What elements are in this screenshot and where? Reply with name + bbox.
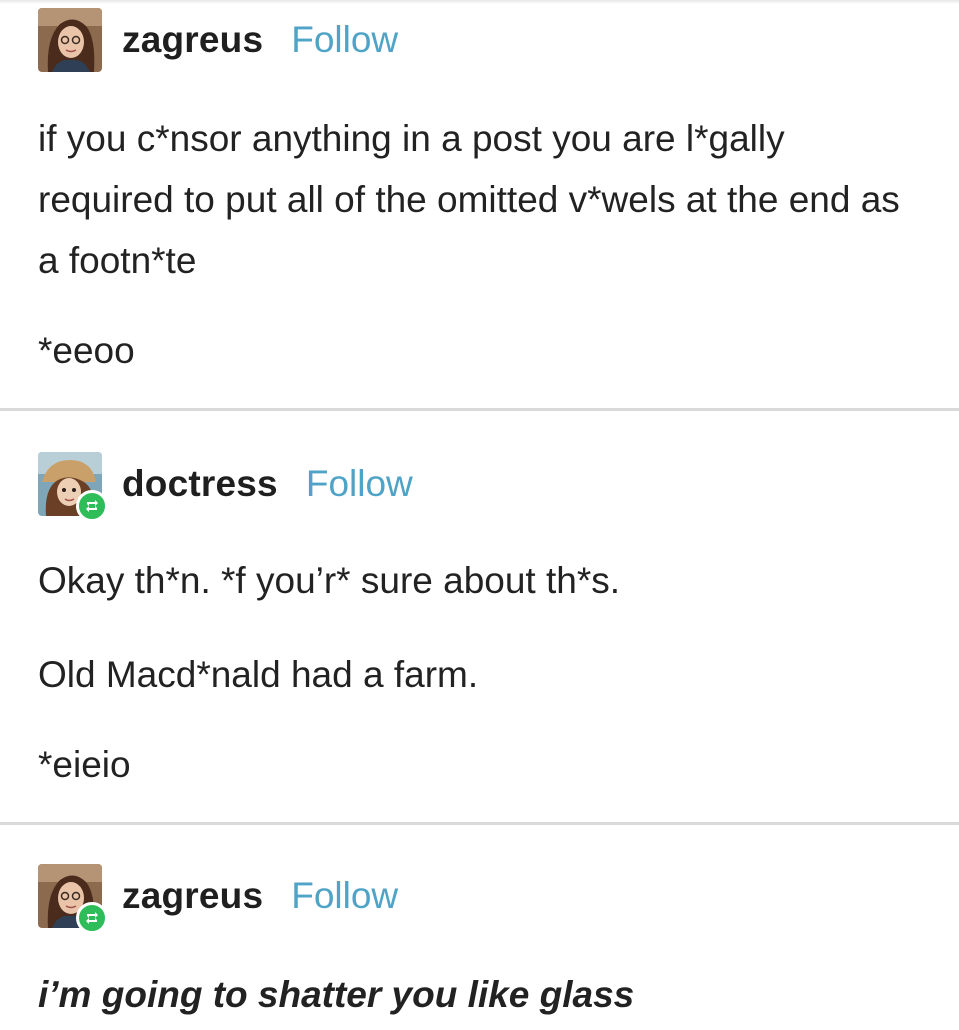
post-text: i’m going to shatter you like glass bbox=[38, 974, 635, 1015]
avatar-zagreus-icon bbox=[38, 8, 102, 72]
divider bbox=[0, 408, 959, 411]
avatar[interactable] bbox=[38, 452, 108, 522]
username[interactable]: doctress bbox=[122, 463, 278, 505]
post-text: if you c*nsor anything in a post you are… bbox=[38, 118, 900, 281]
reblog-badge bbox=[76, 490, 108, 522]
post-text: *eeoo bbox=[38, 330, 135, 371]
post-header: zagreus Follow bbox=[38, 861, 398, 934]
post-header: zagreus Follow bbox=[38, 5, 398, 75]
avatar[interactable] bbox=[38, 864, 108, 934]
post-header: doctress Follow bbox=[38, 449, 413, 522]
reblog-badge bbox=[76, 902, 108, 934]
username[interactable]: zagreus bbox=[122, 19, 263, 61]
follow-button[interactable]: Follow bbox=[291, 875, 398, 917]
reblog-icon bbox=[86, 500, 98, 512]
reblog-icon bbox=[86, 912, 98, 924]
post-text: *eieio bbox=[38, 744, 131, 785]
top-edge bbox=[0, 0, 959, 4]
username[interactable]: zagreus bbox=[122, 875, 263, 917]
follow-button[interactable]: Follow bbox=[291, 19, 398, 61]
avatar[interactable] bbox=[38, 8, 102, 72]
follow-button[interactable]: Follow bbox=[306, 463, 413, 505]
divider bbox=[0, 822, 959, 825]
post-text: Okay th*n. *f you’r* sure about th*s. bbox=[38, 560, 621, 601]
post-text: Old Macd*nald had a farm. bbox=[38, 654, 479, 695]
